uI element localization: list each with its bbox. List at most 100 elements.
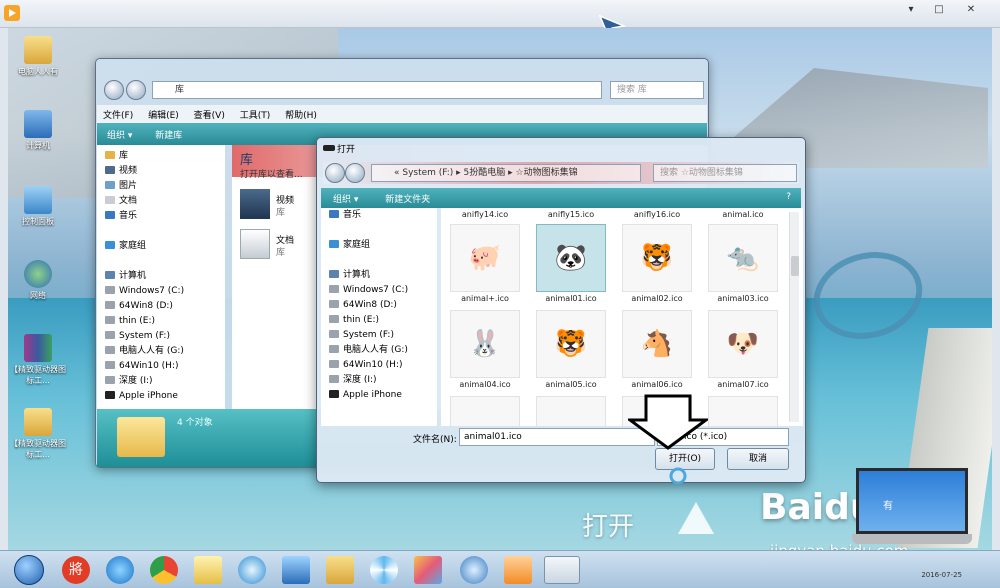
dialog-nav-item-icon xyxy=(329,330,339,338)
library-item-video[interactable]: 视频 库 xyxy=(240,189,320,225)
library-nav-item[interactable]: Windows7 (C:) xyxy=(97,284,225,299)
folder-mail-icon[interactable] xyxy=(194,556,222,584)
file-label[interactable]: animal.ico xyxy=(707,210,779,219)
library-nav-item[interactable]: Apple iPhone xyxy=(97,389,225,404)
menu-view[interactable]: 查看(V) xyxy=(188,105,231,124)
start-button[interactable] xyxy=(14,555,44,585)
file-item[interactable] xyxy=(535,396,607,426)
dialog-nav-item[interactable]: 家庭组 xyxy=(321,238,437,253)
dialog-nav-item-label: Windows7 (C:) xyxy=(343,285,409,295)
forward-button[interactable] xyxy=(126,80,146,100)
dialog-nav-item[interactable]: Windows7 (C:) xyxy=(321,283,437,298)
media-player-icon[interactable] xyxy=(460,556,488,584)
back-button[interactable] xyxy=(104,80,124,100)
menu-icon[interactable]: ▾ xyxy=(902,3,920,17)
library-nav-item[interactable]: thin (E:) xyxy=(97,314,225,329)
help-icon[interactable]: ? xyxy=(786,192,791,202)
pinwheel-icon[interactable] xyxy=(370,556,398,584)
menu-edit[interactable]: 编辑(E) xyxy=(142,105,185,124)
paint-icon[interactable] xyxy=(414,556,442,584)
dialog-back-button[interactable] xyxy=(325,163,345,183)
library-item-documents[interactable]: 文档 库 xyxy=(240,229,320,265)
library-nav-item[interactable]: 音乐 xyxy=(97,209,225,224)
file-item[interactable] xyxy=(707,396,779,426)
dialog-nav-item[interactable]: Apple iPhone xyxy=(321,388,437,403)
desktop-icon-computer[interactable]: 计算机 xyxy=(8,110,68,151)
file-item[interactable] xyxy=(449,396,521,426)
file-item[interactable]: 🐖 animal+.ico xyxy=(449,224,521,304)
file-label[interactable]: anifly14.ico xyxy=(449,210,521,219)
dialog-nav-item[interactable]: 64Win8 (D:) xyxy=(321,298,437,313)
dialog-address-bar[interactable]: « System (F:) ▸ 5扮酷电脑 ▸ ☆动物图标集锦 xyxy=(371,164,641,182)
dialog-scrollbar[interactable] xyxy=(789,212,799,422)
file-name: animal+.ico xyxy=(461,294,509,303)
open-dialog: 打开 « System (F:) ▸ 5扮酷电脑 ▸ ☆动物图标集锦 搜索 ☆动… xyxy=(316,137,806,483)
scrollbar-thumb[interactable] xyxy=(791,256,799,276)
library-nav-item[interactable]: 计算机 xyxy=(97,269,225,284)
menu-file[interactable]: 文件(F) xyxy=(97,105,139,124)
new-folder-button[interactable]: 新建文件夹 xyxy=(373,188,442,209)
library-nav-item[interactable]: System (F:) xyxy=(97,329,225,344)
maximize-button[interactable]: □ xyxy=(930,3,948,17)
menu-help[interactable]: 帮助(H) xyxy=(279,105,323,124)
desktop-icon-network[interactable]: 网络 xyxy=(8,260,68,301)
dialog-organize-button[interactable]: 组织 ▾ xyxy=(321,188,370,209)
new-library-button[interactable]: 新建库 xyxy=(145,123,192,146)
dialog-nav-item[interactable]: 音乐 xyxy=(321,208,437,223)
dialog-nav-item[interactable]: 计算机 xyxy=(321,268,437,283)
drive-tool-taskbar-button[interactable] xyxy=(544,556,580,584)
library-nav-item[interactable]: 64Win10 (H:) xyxy=(97,359,225,374)
animal-glyph: 🐼 xyxy=(554,243,588,273)
animal-glyph: 🐖 xyxy=(468,243,502,273)
organize-button[interactable]: 组织 ▾ xyxy=(97,123,142,146)
dialog-nav-item-label: 音乐 xyxy=(343,210,362,220)
desktop-icon-winrar[interactable]: 【精致驱动器图标工... xyxy=(8,334,68,386)
ie-browser-icon[interactable] xyxy=(106,556,134,584)
monitor-icon[interactable] xyxy=(282,556,310,584)
search-placeholder: 搜索 库 xyxy=(617,85,647,95)
library-address-bar[interactable]: 库 xyxy=(152,81,602,99)
dialog-search-input[interactable]: 搜索 ☆动物图标集锦 xyxy=(653,164,797,182)
library-item-type: 库 xyxy=(276,248,286,258)
library-search-input[interactable]: 搜索 库 xyxy=(610,81,704,99)
explorer-icon[interactable] xyxy=(326,556,354,584)
dialog-nav-item[interactable]: System (F:) xyxy=(321,328,437,343)
file-item[interactable]: 🐰 animal04.ico xyxy=(449,310,521,390)
dialog-nav-item[interactable]: 电脑人人有 (G:) xyxy=(321,343,437,358)
library-nav-item[interactable]: 电脑人人有 (G:) xyxy=(97,344,225,359)
file-thumbnail-icon: 🐴 xyxy=(622,310,692,378)
file-thumbnail-icon: 🐯 xyxy=(622,224,692,292)
desktop-icon-control-panel[interactable]: 控制面板 xyxy=(8,186,68,227)
desktop-icon-user-folder[interactable]: 电脑人人有 xyxy=(8,36,68,77)
file-label[interactable]: anifly15.ico xyxy=(535,210,607,219)
library-nav-item-icon xyxy=(105,391,115,399)
dialog-forward-button[interactable] xyxy=(345,163,365,183)
library-nav-item[interactable]: 64Win8 (D:) xyxy=(97,299,225,314)
filename-input[interactable]: animal01.ico xyxy=(459,428,655,446)
file-label[interactable]: anifly16.ico xyxy=(621,210,693,219)
menu-tools[interactable]: 工具(T) xyxy=(234,105,277,124)
library-nav-item[interactable]: 视频 xyxy=(97,164,225,179)
library-nav-item[interactable]: 家庭组 xyxy=(97,239,225,254)
library-nav-item[interactable]: 图片 xyxy=(97,179,225,194)
library-nav-item[interactable]: 文档 xyxy=(97,194,225,209)
chrome-icon[interactable] xyxy=(150,556,178,584)
file-item[interactable]: 🐶 animal07.ico xyxy=(707,310,779,390)
library-nav-item[interactable]: 深度 (I:) xyxy=(97,374,225,389)
dialog-nav-item[interactable]: thin (E:) xyxy=(321,313,437,328)
browser-360-icon[interactable] xyxy=(238,556,266,584)
file-item[interactable]: 🐯 animal02.ico xyxy=(621,224,693,304)
file-item[interactable]: 🐯 animal05.ico xyxy=(535,310,607,390)
file-item[interactable]: 🐀 animal03.ico xyxy=(707,224,779,304)
desktop-icon-folder[interactable]: 【精致驱动器图标工... xyxy=(8,408,68,460)
dialog-nav-item[interactable]: 深度 (I:) xyxy=(321,373,437,388)
dialog-nav-item[interactable]: 64Win10 (H:) xyxy=(321,358,437,373)
cancel-button[interactable]: 取消 xyxy=(727,448,789,470)
file-item[interactable]: 🐼 animal01.ico xyxy=(535,224,607,304)
dialog-toolbar: 组织 ▾ 新建文件夹 ? xyxy=(321,188,801,208)
close-button[interactable]: ✕ xyxy=(962,3,980,17)
library-nav-item[interactable]: 库 xyxy=(97,149,225,164)
jiang-app-icon[interactable]: 將 xyxy=(62,556,90,584)
file-item[interactable]: 🐴 animal06.ico xyxy=(621,310,693,390)
video-player-icon[interactable] xyxy=(504,556,532,584)
